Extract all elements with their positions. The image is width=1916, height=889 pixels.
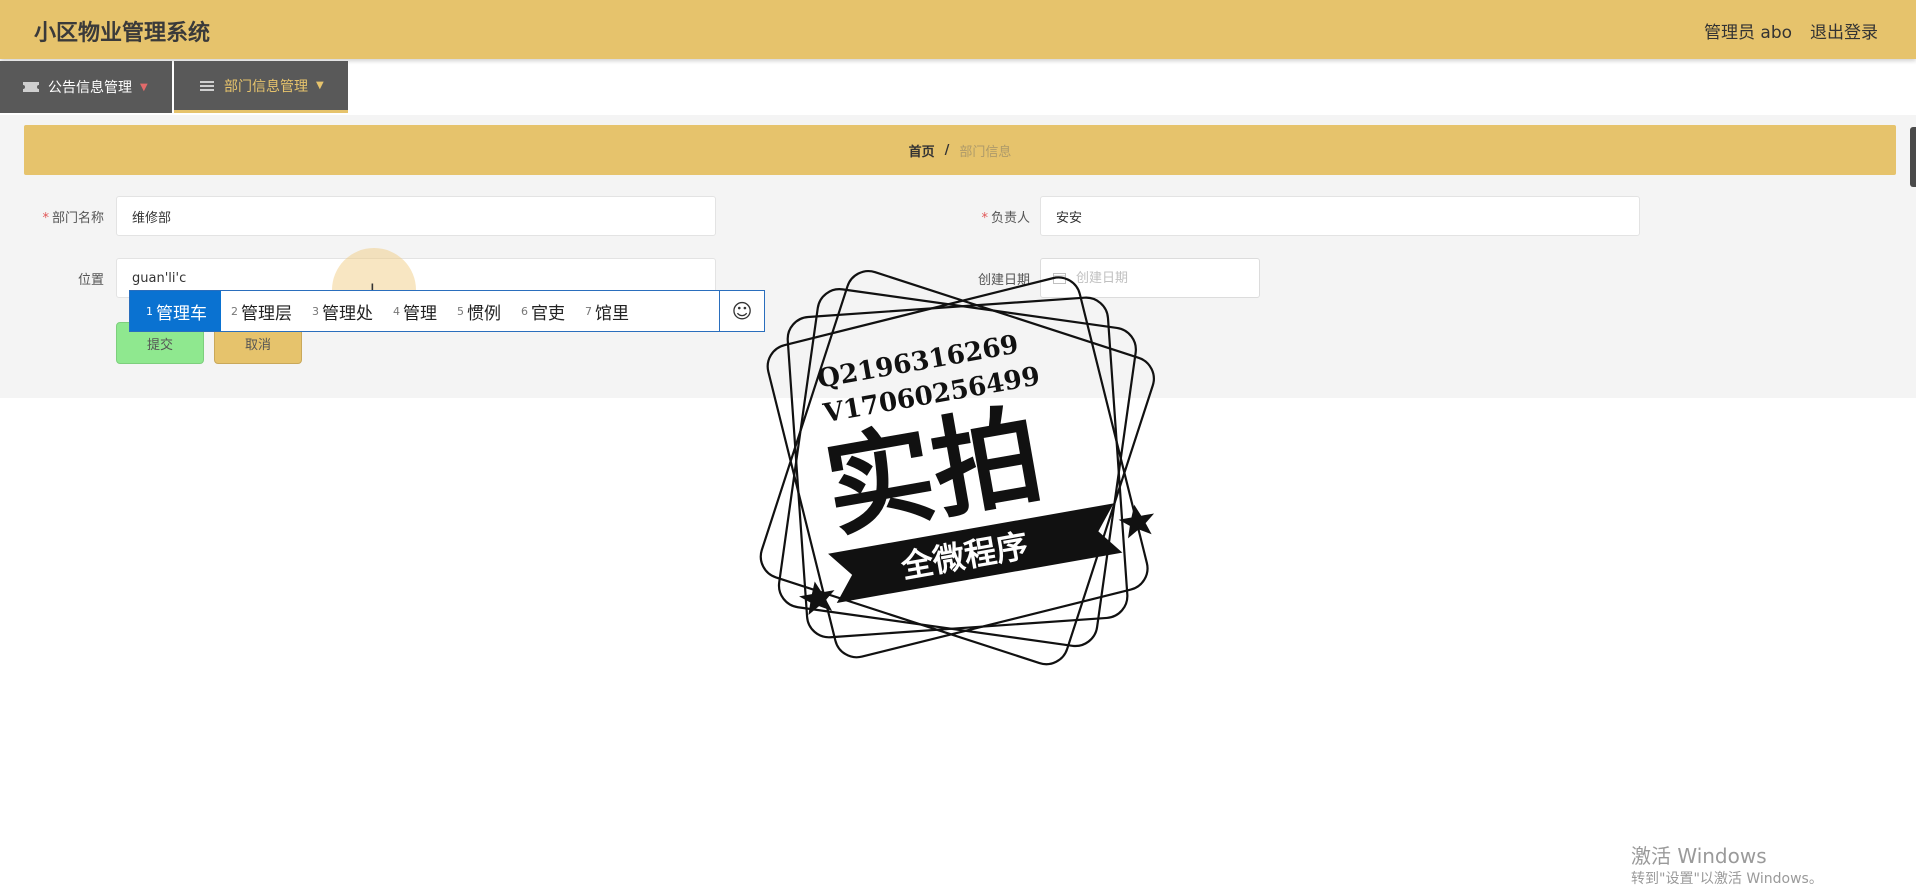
logout-link[interactable]: 退出登录 [1810,18,1878,43]
ime-candidate[interactable]: 2 管理层 [221,291,302,331]
ime-candidate[interactable]: 4 管理 [383,291,447,331]
nav-item-announcement[interactable]: 公告信息管理 ▼ [0,61,172,113]
breadcrumb: 首页 / 部门信息 [24,125,1896,175]
side-drawer-handle[interactable] [1910,127,1916,187]
top-header: 小区物业管理系统 管理员 abo 退出登录 [0,0,1916,59]
chevron-down-icon: ▼ [316,80,324,91]
ime-candidate-window: 1 管理车 2 管理层 3 管理处 4 管理 5 惯例 6 官吏 7 馆里 ☺ [129,290,765,332]
manager-label: * 负责人 [981,211,1030,226]
ime-candidate[interactable]: 6 官吏 [511,291,575,331]
nav-item-label: 部门信息管理 [224,78,308,95]
breadcrumb-home[interactable]: 首页 [909,141,935,160]
ime-candidate[interactable]: 3 管理处 [302,291,383,331]
nav-item-department[interactable]: 部门信息管理 ▼ [174,61,348,113]
manager-input[interactable] [1040,196,1640,236]
chevron-down-icon: ▼ [140,81,148,93]
ticket-icon [23,82,39,92]
ime-candidate[interactable]: 1 管理车 [130,291,221,331]
dept-name-input[interactable] [116,196,716,236]
windows-activation-title: 激活 Windows [1631,844,1767,868]
ime-candidate[interactable]: 5 惯例 [447,291,511,331]
nav-item-label: 公告信息管理 [48,80,132,96]
location-label: 位置 [77,273,104,288]
required-mark: * [42,211,49,226]
ime-candidate[interactable]: 7 馆里 [575,291,639,331]
watermark-stamp: Q2196316269 V17060256499 实拍 全微程序 [759,270,1155,666]
required-mark: * [981,211,988,226]
app-title: 小区物业管理系统 [34,21,211,46]
admin-username: 管理员 abo [1704,23,1793,43]
windows-activation-subtitle: 转到"设置"以激活 Windows。 [1631,871,1823,887]
breadcrumb-separator: / [944,142,950,158]
list-icon [200,80,214,91]
breadcrumb-current: 部门信息 [959,144,1012,160]
dept-name-label: * 部门名称 [42,211,104,226]
